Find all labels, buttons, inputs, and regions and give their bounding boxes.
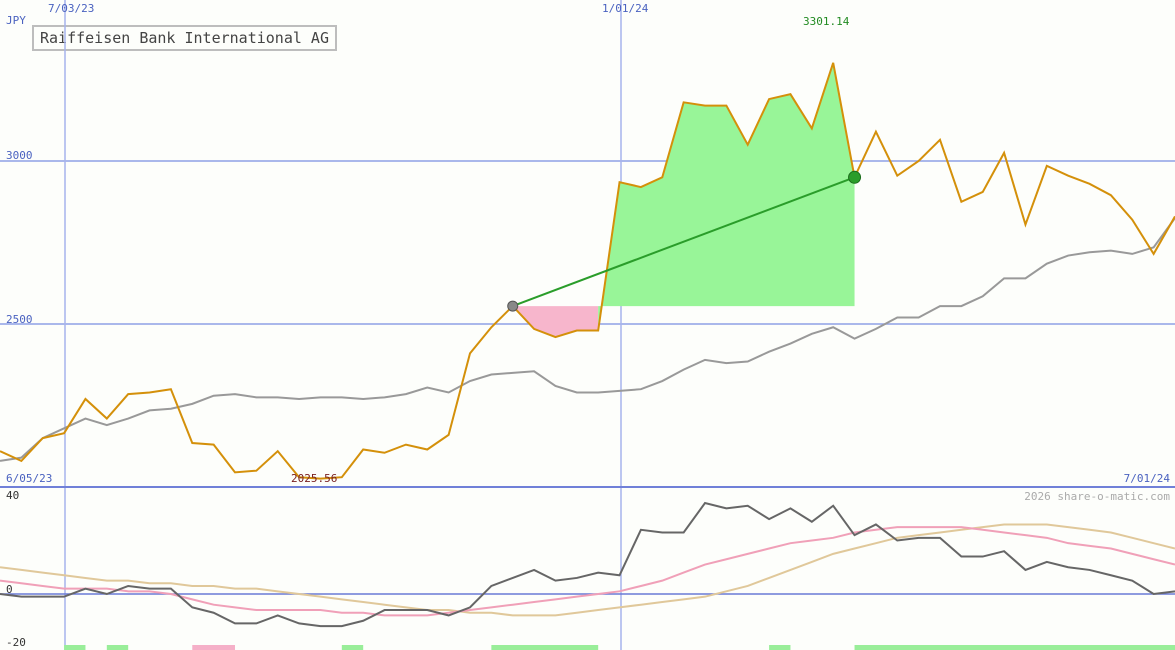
osc-y-tick-label: -20 (6, 636, 26, 649)
copyright-label: 2026 share-o-matic.com (1024, 490, 1170, 503)
y-tick-label: 3000 (6, 149, 33, 162)
osc-y-tick-label: 0 (6, 583, 13, 596)
oscillator-line (0, 523, 1175, 617)
stock-chart: JPY 7/03/23 1/01/24 3000 2500 3301.14 20… (0, 0, 1175, 650)
x-tick-label: 1/01/24 (602, 2, 649, 15)
oscillator-line (0, 526, 1175, 617)
volume-bar (491, 645, 599, 650)
loss-area (512, 306, 599, 338)
currency-label: JPY (6, 14, 26, 27)
trade-entry-marker (507, 300, 519, 312)
x-tick-label: 7/03/23 (48, 2, 94, 15)
range-start-label: 6/05/23 (6, 472, 52, 485)
volume-bar (341, 645, 364, 650)
volume-bar (192, 645, 235, 650)
low-label: 2025.56 (291, 472, 337, 485)
oscillator-panel (0, 501, 1175, 650)
high-label: 3301.14 (803, 15, 850, 28)
volume-bar (769, 645, 791, 650)
y-tick-label: 2500 (6, 313, 33, 326)
range-end-label: 7/01/24 (1124, 472, 1171, 485)
oscillator-line (0, 501, 1175, 628)
price-line (0, 62, 1175, 480)
osc-y-tick-label: 40 (6, 489, 19, 502)
moving-average-line (0, 217, 1175, 462)
volume-bar (106, 645, 129, 650)
volume-bar (854, 645, 1175, 650)
series-lines (0, 62, 1175, 480)
volume-bar (64, 645, 86, 650)
gain-area (598, 62, 855, 331)
trade-exit-marker (848, 170, 862, 184)
